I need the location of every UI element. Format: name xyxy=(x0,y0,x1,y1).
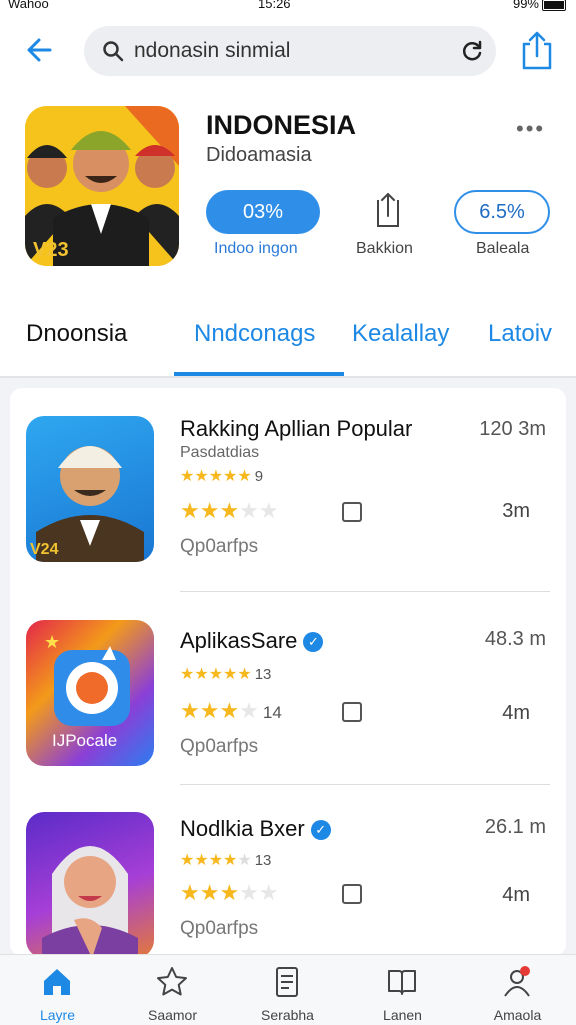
app-title: INDONESIA xyxy=(206,110,357,140)
nav-item-star[interactable]: Saamor xyxy=(115,955,230,1025)
thumbnail-label: V24 xyxy=(30,541,59,558)
home-icon xyxy=(44,969,70,995)
rating-small: ★★★★★ 9 xyxy=(180,468,264,485)
bookmark-share-icon[interactable] xyxy=(372,190,404,230)
top-bar: ndonasin sinmial xyxy=(0,14,576,94)
search-icon xyxy=(103,41,124,62)
secondary-button[interactable]: 6.5% xyxy=(454,190,550,234)
download-count: 4m xyxy=(502,884,530,906)
app-category: Pasdatdias xyxy=(180,444,260,461)
app-thumbnail[interactable] xyxy=(26,812,154,958)
clock: 15:26 xyxy=(258,0,291,11)
rating-count: 9 xyxy=(254,468,264,485)
select-checkbox[interactable] xyxy=(342,502,362,522)
thumbnail-label: IJPocale xyxy=(52,731,117,750)
book-icon xyxy=(388,970,416,995)
select-checkbox[interactable] xyxy=(342,702,362,722)
primary-button[interactable]: 03% xyxy=(206,190,320,234)
app-icon[interactable]: V23 xyxy=(25,106,179,266)
app-name[interactable]: Nodlkia Bxer ✓ xyxy=(180,816,331,842)
primary-caption: Indoo ingon xyxy=(214,240,298,257)
app-name[interactable]: Rakking Apllian Popular xyxy=(180,416,412,442)
profile-icon xyxy=(504,966,530,997)
search-bar[interactable]: ndonasin sinmial xyxy=(84,26,496,76)
refresh-icon[interactable] xyxy=(460,39,484,63)
nav-item-book[interactable]: Lanen xyxy=(345,955,460,1025)
bottom-navigation: Layre Saamor Serabha Lanen Amaola xyxy=(0,954,576,1025)
tab-3[interactable]: Kealallay xyxy=(352,320,449,348)
document-icon xyxy=(276,967,298,997)
nav-label: Layre xyxy=(39,1007,76,1023)
nav-item-profile[interactable]: Amaola xyxy=(460,955,575,1025)
download-count: 3m xyxy=(502,500,530,522)
nav-item-document[interactable]: Serabha xyxy=(230,955,345,1025)
verified-icon: ✓ xyxy=(310,820,331,841)
search-query[interactable]: ndonasin sinmial xyxy=(134,39,290,63)
category-tabs: Dnoonsia Nndconags Kealallay Latoiv xyxy=(0,300,576,376)
more-options-icon[interactable]: ••• xyxy=(516,116,545,142)
rating-large: ★★★★ 14 xyxy=(180,698,282,723)
tab-1[interactable]: Dnoonsia xyxy=(26,320,127,348)
get-button[interactable]: Qp0arfps xyxy=(180,918,258,940)
battery-icon xyxy=(542,0,566,11)
app-thumbnail[interactable]: ★ IJPocale xyxy=(26,620,154,766)
rating-count: 13 xyxy=(254,666,272,683)
app-size: 120 3m xyxy=(479,418,546,440)
tab-4[interactable]: Latoiv xyxy=(488,320,552,348)
share-icon[interactable] xyxy=(520,30,554,70)
secondary-caption: Baleala xyxy=(476,240,530,257)
svg-text:★: ★ xyxy=(44,632,60,653)
row-divider xyxy=(180,784,550,785)
rating-large: ★★★★★ xyxy=(180,880,279,905)
nav-label: Saamor xyxy=(147,1007,198,1023)
app-list: V24 Rakking Apllian Popular 120 3m Pasda… xyxy=(10,388,566,958)
status-bar: Wahoo 15:26 99% xyxy=(0,0,576,14)
tab-2[interactable]: Nndconags xyxy=(194,320,315,348)
star-icon xyxy=(157,967,187,996)
nav-label: Serabha xyxy=(261,1007,314,1023)
app-size: 26.1 m xyxy=(484,816,546,838)
app-name-text: AplikasSare xyxy=(180,628,298,653)
rating-large: ★★★★★ xyxy=(180,498,279,523)
row-divider xyxy=(180,591,550,592)
rating-count: 13 xyxy=(254,852,272,869)
nav-label: Lanen xyxy=(383,1007,422,1023)
rating-small: ★★★★★ 13 xyxy=(180,666,272,683)
list-item[interactable]: Nodlkia Bxer ✓ 26.1 m ★★★★★ 13 ★★★★★ 4m Qp… xyxy=(10,786,566,976)
carrier-label: Wahoo xyxy=(8,0,49,11)
nav-label: Amaola xyxy=(493,1007,542,1023)
rating-small: ★★★★★ 13 xyxy=(180,852,272,869)
app-thumbnail[interactable]: V24 xyxy=(26,416,154,562)
app-size: 48.3 m xyxy=(484,628,546,650)
battery-indicator: 99% xyxy=(513,0,566,11)
download-count: 4m xyxy=(502,702,530,724)
verified-icon: ✓ xyxy=(303,632,324,653)
nav-item-home[interactable]: Layre xyxy=(0,955,115,1025)
app-icon-badge: V23 xyxy=(33,239,69,261)
divider xyxy=(0,376,576,378)
back-arrow-icon[interactable] xyxy=(22,32,58,68)
app-subtitle: Didoamasia xyxy=(206,144,312,166)
battery-percent: 99% xyxy=(512,0,539,11)
get-button[interactable]: Qp0arfps xyxy=(180,736,258,758)
list-item[interactable]: ★ IJPocale AplikasSare ✓ 48.3 m ★★★★★ 13 ★… xyxy=(10,594,566,785)
middle-caption: Bakkion xyxy=(356,240,413,257)
list-item[interactable]: V24 Rakking Apllian Popular 120 3m Pasda… xyxy=(10,388,566,592)
rating-large-count: 14 xyxy=(262,703,282,722)
get-button[interactable]: Qp0arfps xyxy=(180,536,258,558)
select-checkbox[interactable] xyxy=(342,884,362,904)
app-name-text: Nodlkia Bxer xyxy=(180,816,305,841)
app-name[interactable]: AplikasSare ✓ xyxy=(180,628,324,654)
